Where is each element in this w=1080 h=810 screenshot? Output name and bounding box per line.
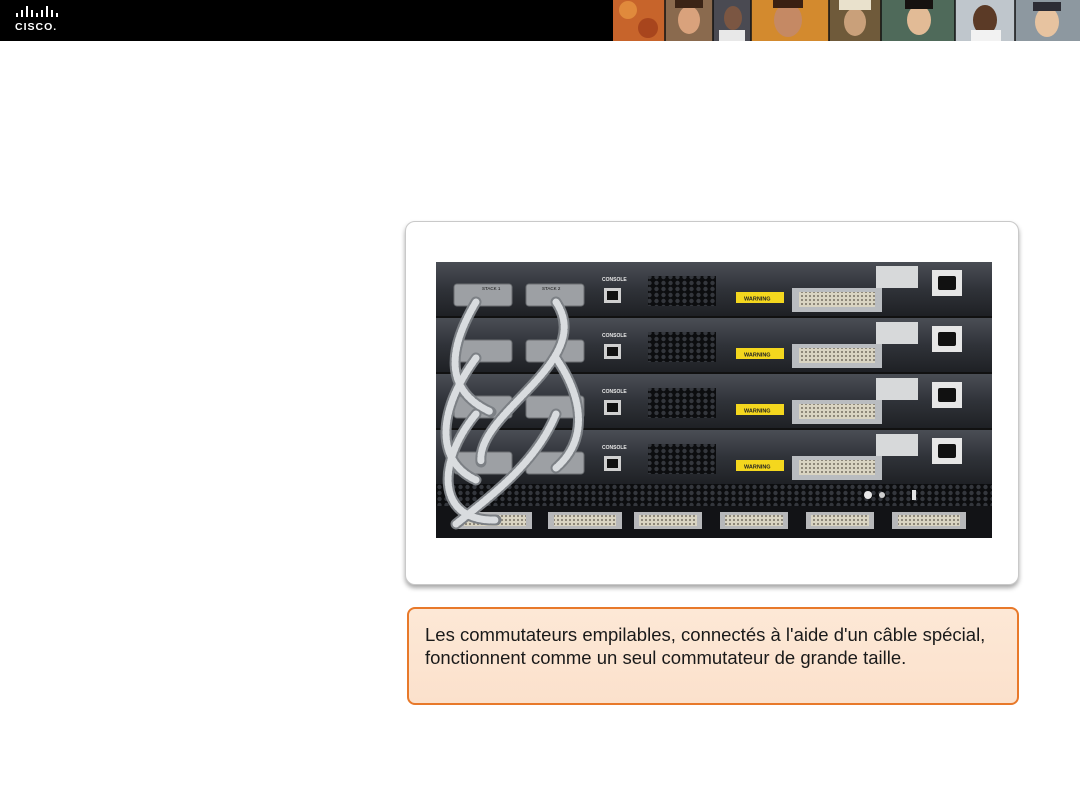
console-label: CONSOLE [602, 277, 627, 283]
stack-2-label: STACK 2 [542, 286, 561, 291]
stack-1-label: STACK 1 [482, 286, 501, 291]
stacked-switches-photo-icon: WARNING CONSOLE STACK 1 STACK 2 [436, 262, 992, 538]
warning-label: WARNING [744, 297, 771, 303]
header-bar: CISCO. [0, 0, 1080, 41]
photo-card: WARNING CONSOLE STACK 1 STACK 2 [405, 221, 1019, 585]
cisco-logo-bars-icon [16, 6, 58, 17]
caption-text: Les commutateurs empilables, connectés à… [425, 624, 986, 668]
cisco-logo-text: CISCO. [15, 21, 58, 33]
people-photo-strip-icon [613, 0, 1080, 41]
cisco-logo: CISCO. [15, 6, 61, 36]
caption-box: Les commutateurs empilables, connectés à… [407, 607, 1019, 705]
